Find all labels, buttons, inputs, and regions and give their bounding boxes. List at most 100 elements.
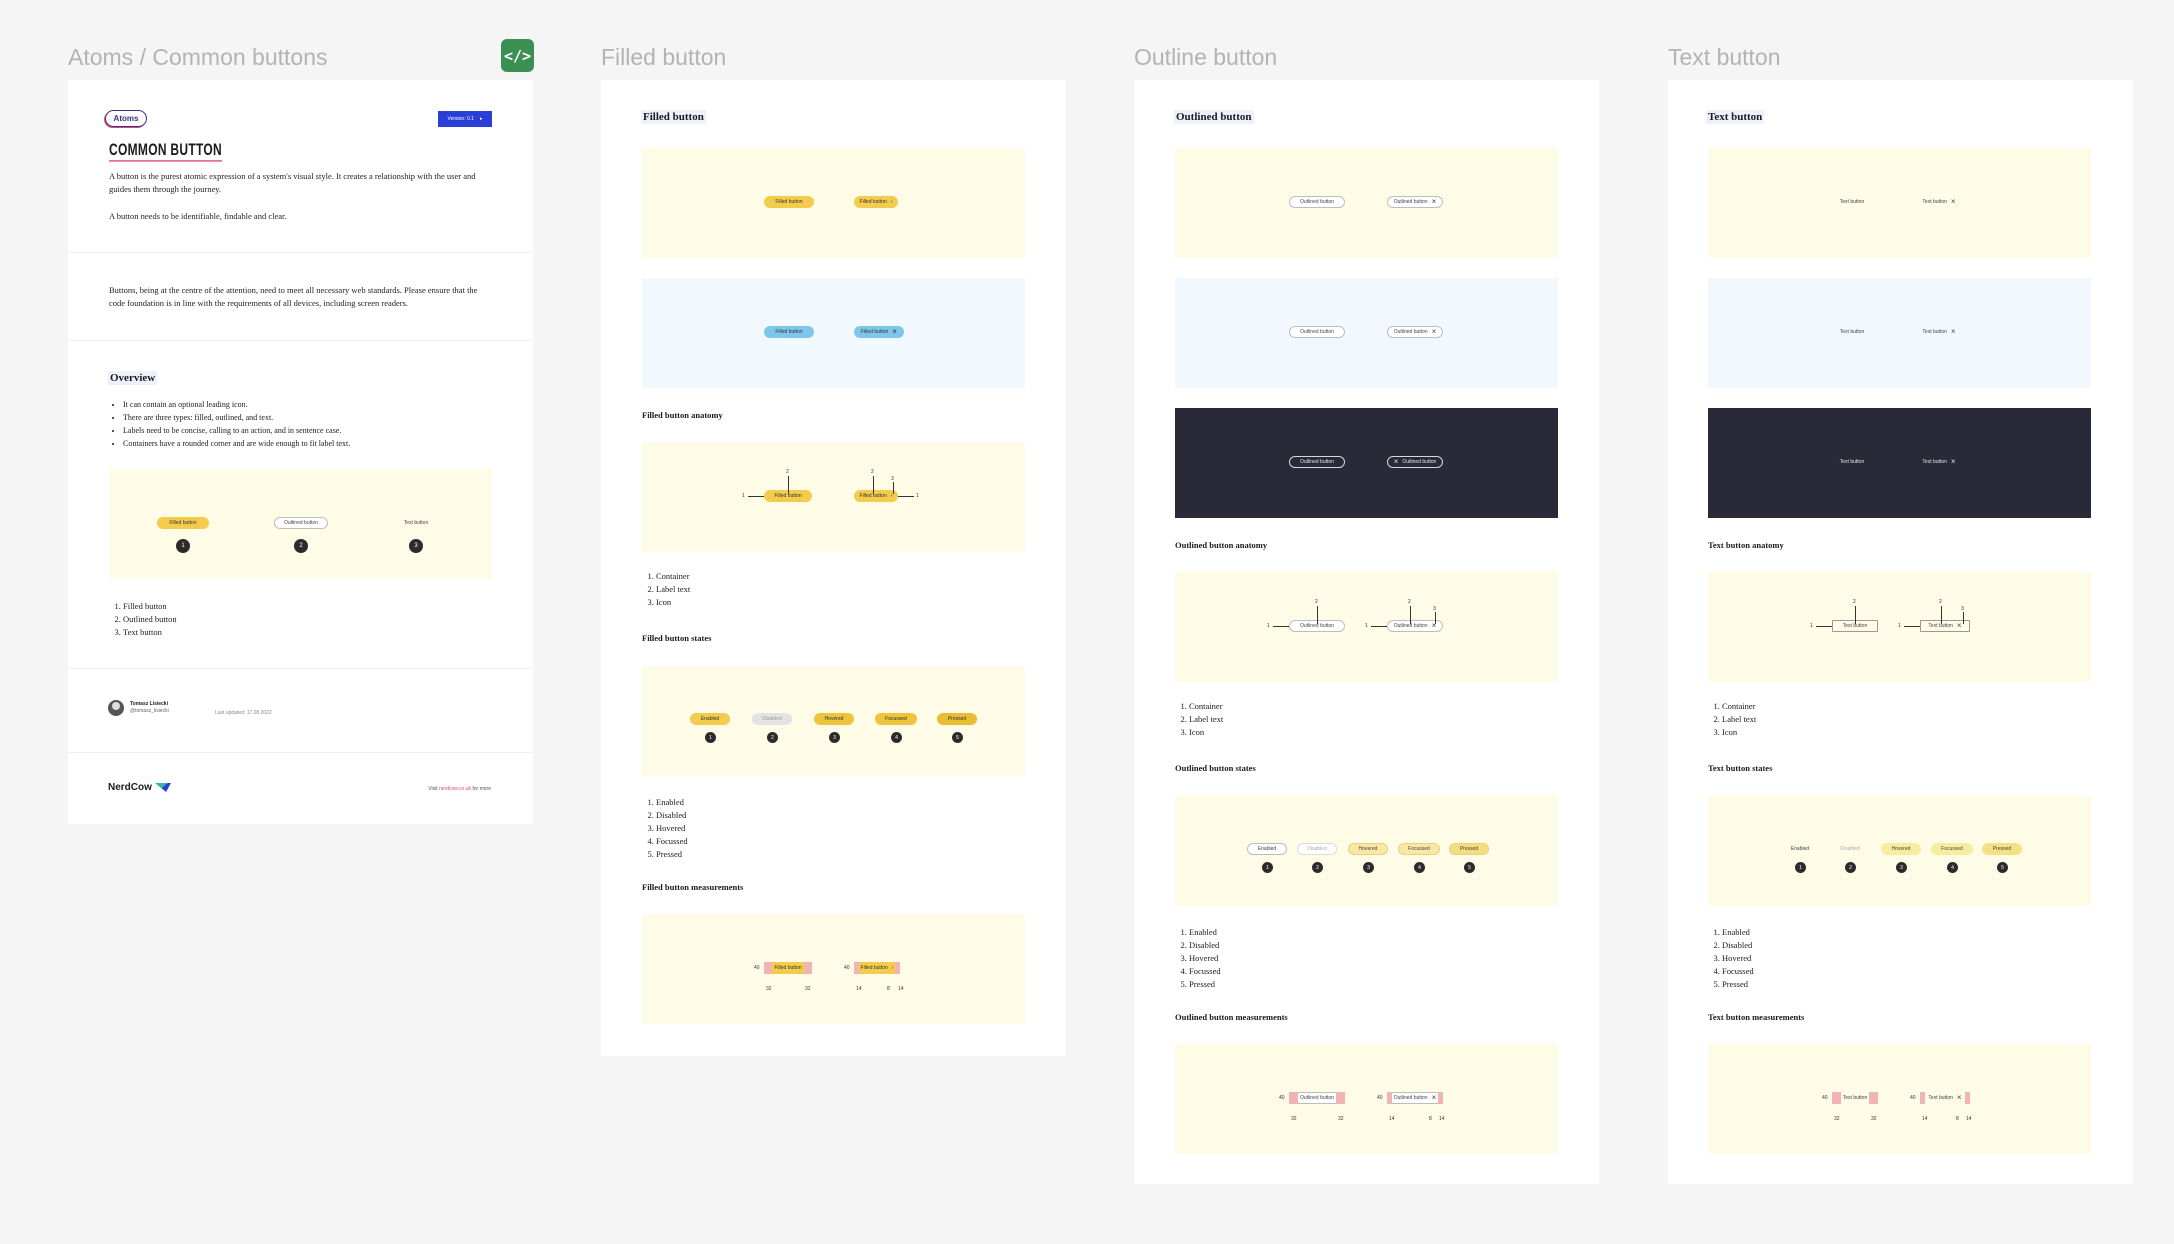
state-pressed[interactable]: Pressed (1982, 843, 2022, 855)
list-item: Container (656, 570, 690, 583)
text-button-blue-icon[interactable]: Text button × (1915, 326, 1963, 338)
intro-frame: Atoms Version: 0.1 ▸ COMMON BUTTON A butt… (68, 80, 533, 824)
anatomy-list: Container Label text Icon (642, 570, 690, 609)
chevron-right-icon: › (890, 199, 893, 205)
outlined-button-icon[interactable]: Outlined button × (1387, 196, 1443, 208)
list-item: Icon (1189, 726, 1223, 739)
filled-button-blue[interactable]: Filled button (764, 326, 814, 338)
divider (68, 752, 533, 753)
text-button-dark-icon[interactable]: Text button × (1915, 456, 1963, 468)
text-button-sample[interactable]: Text button (396, 517, 436, 529)
list-item: Label text (656, 583, 690, 596)
divider (68, 252, 533, 253)
filled-button-sample[interactable]: Filled button (157, 517, 209, 529)
text-button-blue[interactable]: Text button (1832, 326, 1872, 338)
measurements-heading: Outlined button measurements (1175, 1012, 1288, 1022)
outline-anatomy: Outlined button Outlined button × 1 2 1 2… (1175, 572, 1558, 682)
last-updated: Last updated: 17.08.2022 (215, 710, 272, 716)
list-item: Disabled (1189, 939, 1221, 952)
filled-button-icon[interactable]: Filled button › (854, 196, 898, 208)
list-item: It can contain an optional leading icon. (123, 398, 350, 411)
list-item: Focussed (1722, 965, 1754, 978)
frame-title-filled: Filled button (601, 44, 727, 70)
state-pressed[interactable]: Pressed (937, 713, 977, 725)
state-enabled[interactable]: Enabled (1247, 843, 1287, 855)
close-icon: × (1431, 327, 1437, 336)
text-button[interactable]: Text button (1832, 196, 1872, 208)
brand-name: NerdCow (108, 782, 152, 793)
list-item: Outlined button (123, 613, 177, 626)
type-number: 2 (294, 539, 308, 553)
close-icon: × (1950, 197, 1956, 206)
outlined-button-blue-icon[interactable]: Outlined button × (1387, 326, 1443, 338)
version-button[interactable]: Version: 0.1 ▸ (438, 111, 492, 127)
list-item: Label text (1189, 713, 1223, 726)
text-preview-yellow: Text button Text button × (1708, 148, 2091, 258)
state-hovered[interactable]: Hovered (814, 713, 854, 725)
filled-heading: Filled button (641, 110, 706, 124)
state-hovered[interactable]: Hovered (1881, 843, 1921, 855)
state-enabled[interactable]: Enabled (690, 713, 730, 725)
author-block: Tomasz Lisiecki @tomasz_lisiecki (108, 700, 169, 716)
filled-button[interactable]: Filled button (764, 196, 814, 208)
state-focussed[interactable]: Focussed (875, 713, 917, 725)
filled-preview-blue: Filled button Filled button × (642, 278, 1025, 388)
outlined-button-blue[interactable]: Outlined button (1289, 326, 1345, 338)
outlined-button[interactable]: Outlined button (1289, 196, 1345, 208)
anatomy-button-icon: Filled button › (854, 490, 898, 502)
types-preview: Filled button Outlined button Text butto… (109, 469, 492, 579)
code-icon[interactable]: </> (501, 39, 534, 72)
close-icon: × (1393, 457, 1399, 466)
outline-states: Enabled Disabled Hovered Focussed Presse… (1175, 796, 1558, 906)
filled-anatomy: Filled button Filled button › 1 2 2 3 1 (642, 442, 1025, 552)
text-states: Enabled Disabled Hovered Focussed Presse… (1708, 796, 2091, 906)
filled-button-blue-icon[interactable]: Filled button × (854, 326, 904, 338)
text-frame: Text button Text button Text button × Tex… (1668, 80, 2133, 1184)
states-heading: Outlined button states (1175, 763, 1256, 773)
list-item: Hovered (1722, 952, 1754, 965)
measurements-heading: Filled button measurements (642, 882, 744, 892)
outlined-button-sample[interactable]: Outlined button (274, 517, 328, 529)
list-item: Pressed (656, 848, 688, 861)
nerdcow-link[interactable]: nerdcow.co.uk (439, 786, 471, 792)
states-list: Enabled Disabled Hovered Focussed Presse… (1175, 926, 1221, 991)
nerdcow-logo: NerdCow (108, 782, 171, 793)
close-icon: × (892, 327, 897, 336)
frame-title-outline: Outline button (1134, 44, 1278, 70)
list-item: Focussed (656, 835, 688, 848)
list-item: Enabled (1189, 926, 1221, 939)
author-name: Tomasz Lisiecki (130, 701, 168, 707)
text-button-icon[interactable]: Text button × (1915, 196, 1963, 208)
list-item: Enabled (1722, 926, 1754, 939)
state-focussed[interactable]: Focussed (1931, 843, 1973, 855)
outlined-button-dark[interactable]: Outlined button (1289, 456, 1345, 468)
filled-measurements: Filled button 40 32 32 Filled button › 40… (642, 914, 1025, 1024)
close-icon: × (1950, 327, 1956, 336)
state-hovered[interactable]: Hovered (1348, 843, 1388, 855)
atoms-logo: Atoms (105, 110, 147, 127)
divider (68, 340, 533, 341)
intro-paragraph-2: A button needs to be identifiable, finda… (109, 211, 287, 221)
frame-title-text: Text button (1668, 44, 1781, 70)
state-disabled: Disabled (752, 713, 792, 725)
text-heading: Text button (1706, 110, 1765, 124)
states-heading: Text button states (1708, 763, 1773, 773)
state-pressed[interactable]: Pressed (1449, 843, 1489, 855)
outlined-button-dark-icon[interactable]: × Outlined button (1387, 456, 1443, 468)
state-focussed[interactable]: Focussed (1398, 843, 1440, 855)
nerdcow-mark-icon (154, 783, 171, 792)
list-item: Icon (1722, 726, 1756, 739)
measure-button-icon: Filled button › (854, 962, 900, 974)
text-button-dark[interactable]: Text button (1832, 456, 1872, 468)
author-handle[interactable]: @tomasz_lisiecki (130, 708, 169, 715)
page-title: COMMON BUTTON (109, 140, 223, 162)
anatomy-heading: Text button anatomy (1708, 540, 1784, 550)
states-list: Enabled Disabled Hovered Focussed Presse… (1708, 926, 1754, 991)
close-icon: × (1431, 197, 1437, 206)
types-list: Filled button Outlined button Text butto… (109, 600, 177, 639)
state-enabled[interactable]: Enabled (1780, 843, 1820, 855)
list-item: Label text (1722, 713, 1756, 726)
measure-button-icon: Outlined button × (1387, 1092, 1443, 1104)
outline-measurements: Outlined button 40 32 32 Outlined button… (1175, 1044, 1558, 1154)
footer-link-text: Visit nerdcow.co.uk for more (428, 786, 491, 792)
